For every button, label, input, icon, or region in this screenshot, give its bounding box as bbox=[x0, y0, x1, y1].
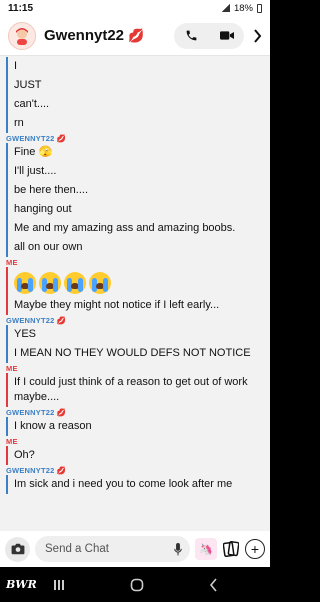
system-nav-bar: BWR bbox=[0, 567, 270, 602]
microphone-icon[interactable] bbox=[174, 542, 182, 556]
crying-face-icon bbox=[14, 272, 36, 294]
video-call-button[interactable] bbox=[209, 23, 244, 49]
message-text[interactable]: Oh? bbox=[14, 446, 266, 465]
message-list[interactable]: I JUST can't.... rn GWENNYT22 💋 Fine 🫣 I… bbox=[0, 57, 270, 531]
message-text[interactable]: I'll just.... bbox=[14, 162, 266, 181]
chat-title-text: Gwennyt22 bbox=[44, 27, 125, 44]
message-text[interactable]: JUST bbox=[14, 76, 266, 95]
sender-label: ME bbox=[6, 364, 18, 373]
chat-title[interactable]: Gwennyt22 💋 bbox=[44, 27, 174, 44]
message-group: Fine 🫣 I'll just.... be here then.... ha… bbox=[6, 143, 266, 257]
signal-icon bbox=[221, 4, 230, 12]
phone-icon bbox=[186, 30, 197, 41]
message-text[interactable]: hanging out bbox=[14, 200, 266, 219]
crying-face-icon bbox=[39, 272, 61, 294]
add-button[interactable]: + bbox=[245, 539, 265, 559]
message-group: YES I MEAN NO THEY WOULD DEFS NOT NOTICE bbox=[6, 325, 266, 363]
message-group: I JUST can't.... rn bbox=[6, 57, 266, 133]
video-camera-icon bbox=[219, 31, 234, 40]
message-text[interactable]: Me and my amazing ass and amazing boobs. bbox=[14, 219, 266, 238]
sender-name: GWENNYT22 bbox=[6, 466, 55, 475]
avatar[interactable] bbox=[8, 21, 36, 50]
message-text[interactable]: Im sick and i need you to come look afte… bbox=[14, 475, 266, 494]
chat-header: Gwennyt22 💋 bbox=[0, 16, 270, 56]
sender-name: GWENNYT22 bbox=[6, 408, 55, 417]
battery-percent: 18% bbox=[233, 2, 253, 14]
memories-button[interactable] bbox=[222, 539, 240, 559]
message-text[interactable]: rn bbox=[14, 114, 266, 133]
camera-icon bbox=[11, 543, 24, 555]
emoji-message[interactable] bbox=[14, 267, 266, 296]
sender-label: ME bbox=[6, 258, 18, 267]
message-group: Maybe they might not notice if I left ea… bbox=[6, 267, 266, 315]
message-text[interactable]: I know a reason bbox=[14, 417, 266, 436]
sender-label: GWENNYT22 💋 bbox=[6, 134, 67, 143]
message-text[interactable]: Fine 🫣 bbox=[14, 143, 266, 162]
message-group: Im sick and i need you to come look afte… bbox=[6, 475, 266, 494]
bitmoji-icon: 🦄 bbox=[199, 543, 213, 556]
chat-input[interactable]: Send a Chat bbox=[35, 536, 190, 562]
sender-label: GWENNYT22 💋 bbox=[6, 316, 67, 325]
camera-button[interactable] bbox=[5, 536, 30, 562]
message-group: If I could just think of a reason to get… bbox=[6, 373, 266, 407]
chevron-right-icon bbox=[253, 28, 261, 43]
message-text[interactable]: all on our own bbox=[14, 238, 266, 257]
status-time: 11:15 bbox=[8, 2, 34, 14]
plus-icon: + bbox=[250, 541, 260, 557]
bitmoji-sticker-button[interactable]: 🦄 bbox=[195, 538, 217, 560]
message-group: I know a reason bbox=[6, 417, 266, 436]
voice-call-button[interactable] bbox=[174, 23, 209, 49]
status-bar: 11:15 18% bbox=[0, 0, 270, 16]
message-text[interactable]: If I could just think of a reason to get… bbox=[14, 373, 266, 407]
cards-icon bbox=[223, 540, 239, 558]
chevron-right-button[interactable] bbox=[250, 28, 264, 43]
sender-name: GWENNYT22 bbox=[6, 134, 55, 143]
crying-face-icon bbox=[89, 272, 111, 294]
battery-icon bbox=[257, 3, 262, 13]
watermark-logo: BWR bbox=[6, 578, 37, 591]
home-icon[interactable] bbox=[130, 578, 144, 592]
message-group: Oh? bbox=[6, 446, 266, 465]
message-text[interactable]: YES bbox=[14, 325, 266, 344]
chat-composer: Send a Chat 🦄 + bbox=[0, 531, 270, 567]
crying-face-icon bbox=[64, 272, 86, 294]
message-text[interactable]: be here then.... bbox=[14, 181, 266, 200]
sender-label: GWENNYT22 💋 bbox=[6, 466, 67, 475]
message-text[interactable]: Maybe they might not notice if I left ea… bbox=[14, 296, 266, 315]
back-icon[interactable] bbox=[209, 577, 218, 592]
snapchat-chat-screen: 11:15 18% Gwennyt22 💋 I JUST can't.... r… bbox=[0, 0, 270, 602]
sender-label: GWENNYT22 💋 bbox=[6, 408, 67, 417]
message-text[interactable]: I bbox=[14, 57, 266, 76]
sender-label: ME bbox=[6, 437, 18, 446]
call-actions bbox=[174, 22, 244, 49]
chat-input-placeholder: Send a Chat bbox=[45, 543, 109, 555]
recent-apps-icon[interactable] bbox=[53, 579, 65, 591]
message-text[interactable]: can't.... bbox=[14, 95, 266, 114]
status-icons: 18% bbox=[221, 2, 262, 14]
message-text[interactable]: I MEAN NO THEY WOULD DEFS NOT NOTICE bbox=[14, 344, 266, 363]
lips-icon: 💋 bbox=[128, 27, 145, 43]
sender-name: GWENNYT22 bbox=[6, 316, 55, 325]
